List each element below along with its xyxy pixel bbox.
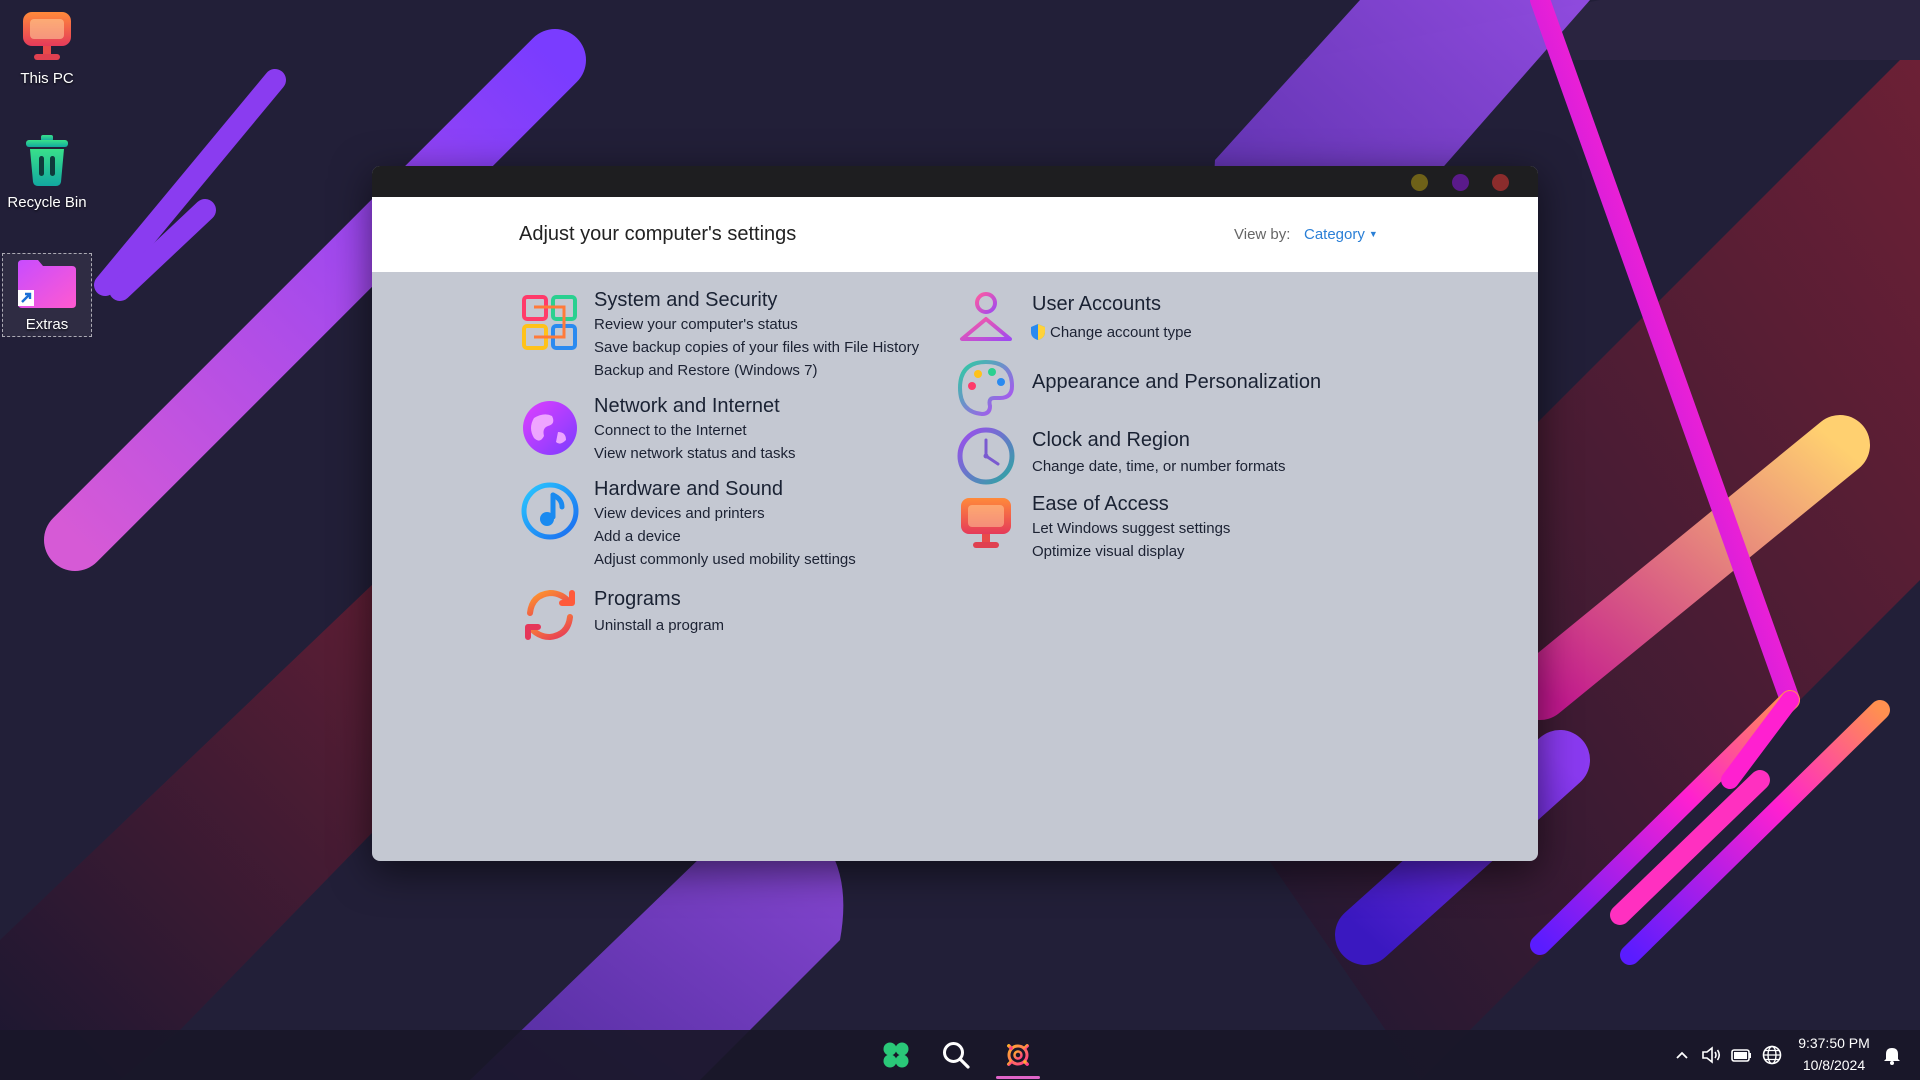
category-title[interactable]: Clock and Region <box>1032 429 1190 452</box>
category-title[interactable]: Appearance and Personalization <box>1032 371 1321 394</box>
speaker-icon[interactable] <box>1699 1043 1723 1067</box>
category-link[interactable]: Change date, time, or number formats <box>1032 458 1285 475</box>
category-link[interactable]: Uninstall a program <box>594 617 724 634</box>
category-title[interactable]: Programs <box>594 588 681 611</box>
shield-icon <box>1031 324 1045 340</box>
taskbar: 9:37:50 PM 10/8/2024 <box>0 1030 1920 1080</box>
maximize-button[interactable] <box>1452 174 1469 191</box>
refresh-icon <box>525 589 575 641</box>
window-titlebar[interactable] <box>372 166 1538 197</box>
category-link[interactable]: Optimize visual display <box>1032 543 1185 560</box>
category-link[interactable]: View devices and printers <box>594 505 765 522</box>
user-icon <box>960 292 1012 341</box>
category-link[interactable]: Save backup copies of your files with Fi… <box>594 339 919 356</box>
desktop-icon-label: Recycle Bin <box>7 194 87 211</box>
category-title[interactable]: Ease of Access <box>1032 493 1169 516</box>
folder-shortcut-icon <box>18 260 76 308</box>
clock-icon <box>957 427 1015 485</box>
window-header: Adjust your computer's settings View by:… <box>372 197 1538 272</box>
gear-icon <box>1003 1040 1033 1070</box>
monitor-icon <box>961 498 1011 548</box>
start-button[interactable] <box>871 1030 921 1080</box>
settings-button[interactable] <box>993 1030 1043 1080</box>
active-indicator <box>996 1076 1040 1079</box>
monitor-icon <box>23 12 71 60</box>
battery-icon[interactable] <box>1729 1043 1753 1067</box>
category-link[interactable]: Review your computer's status <box>594 316 798 333</box>
category-title[interactable]: System and Security <box>594 289 777 312</box>
control-panel-window: Adjust your computer's settings View by:… <box>372 166 1538 861</box>
minimize-button[interactable] <box>1411 174 1428 191</box>
category-link[interactable]: Backup and Restore (Windows 7) <box>594 362 817 379</box>
bell-icon[interactable] <box>1880 1043 1904 1067</box>
category-title[interactable]: Hardware and Sound <box>594 478 783 501</box>
view-by-value: Category <box>1304 226 1365 243</box>
desktop-icon-extras[interactable]: Extras <box>2 253 92 337</box>
view-by-label: View by: <box>1234 226 1291 243</box>
page-title: Adjust your computer's settings <box>519 223 797 245</box>
clock-time[interactable]: 9:37:50 PM <box>1798 1035 1870 1051</box>
category-link[interactable]: Connect to the Internet <box>594 422 747 439</box>
category-link[interactable]: Add a device <box>594 528 681 545</box>
clock-date[interactable]: 10/8/2024 <box>1798 1057 1870 1073</box>
desktop-icon-recycle-bin[interactable]: Recycle Bin <box>2 132 92 211</box>
desktop-icon-label: This PC <box>20 70 74 87</box>
chevron-down-icon: ▼ <box>1368 229 1378 239</box>
desktop-icon-this-pc[interactable]: This PC <box>2 8 92 87</box>
palette-icon <box>957 359 1015 417</box>
globe-icon[interactable] <box>1760 1043 1784 1067</box>
category-title[interactable]: Network and Internet <box>594 395 780 418</box>
view-by-dropdown[interactable]: Category ▼ <box>1304 226 1378 243</box>
category-title[interactable]: User Accounts <box>1032 293 1161 316</box>
close-button[interactable] <box>1492 174 1509 191</box>
clover-icon <box>883 1042 909 1068</box>
desktop-icon-label: Extras <box>25 316 69 333</box>
category-link[interactable]: View network status and tasks <box>594 445 796 462</box>
category-link[interactable]: Let Windows suggest settings <box>1032 520 1230 537</box>
music-note-icon <box>521 482 579 540</box>
category-link[interactable]: Change account type <box>1050 324 1192 341</box>
globe-icon <box>523 401 577 455</box>
category-link[interactable]: Adjust commonly used mobility settings <box>594 551 856 568</box>
system-security-icon <box>522 295 577 350</box>
search-icon <box>943 1042 970 1069</box>
recycle-bin-icon <box>26 135 68 186</box>
search-button[interactable] <box>931 1030 981 1080</box>
chevron-up-icon[interactable] <box>1670 1043 1694 1067</box>
